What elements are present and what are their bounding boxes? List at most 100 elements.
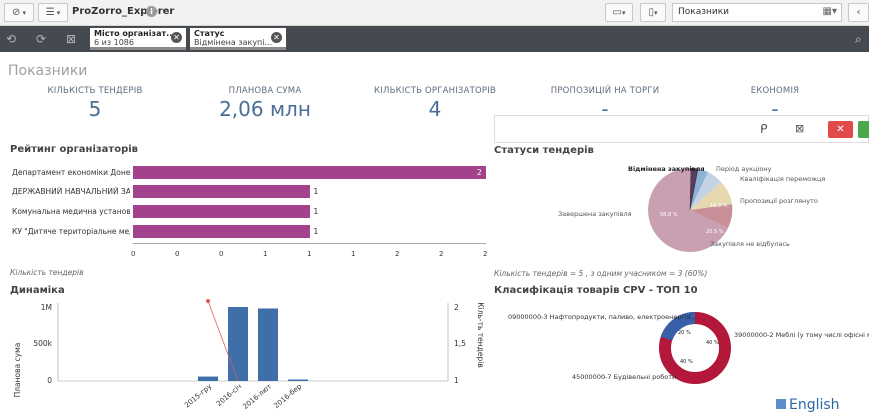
close-icon[interactable]: ✕: [171, 32, 182, 43]
selection-value: Відмінена закупі...: [194, 38, 273, 47]
kpi-organizers-count[interactable]: КІЛЬКІСТЬ ОРГАНІЗАТОРІВ 4: [355, 86, 515, 121]
step-back-icon[interactable]: ⟲: [6, 32, 20, 46]
dynamics-bar[interactable]: [228, 307, 248, 381]
legend-cancelled: Відмінена закупівля: [628, 165, 705, 173]
global-menu-button[interactable]: ☰ ▾: [38, 3, 68, 22]
kpi-planned-sum[interactable]: ПЛАНОВА СУМА 2,06 млн: [185, 86, 345, 121]
cpv-label-furniture: 39000000-2 Меблі (у тому числі офісні ме…: [734, 331, 869, 339]
pct-furniture: 40 %: [706, 340, 719, 346]
sheet-selector[interactable]: Показники ▦▾: [672, 3, 842, 22]
sheets-grid-icon[interactable]: ▦▾: [823, 6, 837, 17]
bar-label: ДЕРЖАВНИЙ НАВЧАЛЬНИЙ ЗАК...: [12, 187, 130, 196]
ranking-bar[interactable]: [133, 225, 310, 238]
statuses-footnote: Кількість тендерів = 5 , з одним учасник…: [494, 269, 708, 278]
chevron-down-icon: ▾: [56, 8, 61, 17]
kpi-value: 5: [88, 97, 102, 121]
kpi-value: 4: [428, 97, 442, 121]
ranking-title: Рейтинг організаторів: [10, 144, 139, 155]
x-category-label: 2016-січ: [215, 382, 243, 408]
selection-value: 6 из 1086: [94, 38, 134, 47]
y-right-axis-label: Кіль-ть тендерів: [476, 302, 485, 367]
x-tick-label: 2: [439, 250, 444, 258]
bar-value: 1: [313, 207, 319, 216]
dynamics-bar[interactable]: [258, 308, 278, 381]
x-tick-label: 0: [131, 250, 136, 258]
selection-field: Місто організат...: [94, 29, 176, 38]
kpi-label: КІЛЬКІСТЬ ОРГАНІЗАТОРІВ: [374, 86, 496, 96]
lasso-icon[interactable]: ᑭ: [760, 122, 768, 136]
bookmark-button[interactable]: ▯ ▾: [640, 3, 666, 22]
x-tick-label: 2: [395, 250, 400, 258]
bar-label: Департамент економіки Донецьк...: [12, 168, 130, 177]
present-button[interactable]: ▭ ▾: [605, 3, 633, 22]
screen-icon: ▭: [612, 7, 622, 18]
pct-building: 40 %: [680, 359, 693, 365]
x-category-label: 2016-бер: [273, 382, 304, 410]
bar-label: КУ "Дитяче територіальне медичн...: [12, 227, 130, 236]
info-icon[interactable]: i: [146, 6, 157, 17]
ranking-bar[interactable]: [133, 185, 310, 198]
x-axis: [133, 243, 486, 244]
chevron-left-icon: ‹: [856, 7, 861, 18]
cpv-label-building: 45000000-7 Будівельні роботи: [572, 373, 677, 381]
cpv-title: Класифікація товарів CPV - ТОП 10: [494, 285, 698, 296]
kpi-tenders-count[interactable]: КІЛЬКІСТЬ ТЕНДЕРІВ 5: [15, 86, 175, 121]
search-icon[interactable]: ⌕: [855, 32, 869, 46]
y-left-axis-label: Планова сума: [13, 343, 22, 398]
close-icon[interactable]: ✕: [271, 32, 282, 43]
bar-label: Комунальна медична установа "Мі...: [12, 207, 130, 216]
clear-selection-icon[interactable]: ⊠: [795, 122, 804, 135]
y-right-tick: 1: [454, 376, 459, 385]
pct-proposals: 16.3 %: [710, 203, 728, 209]
statuses-title: Статуси тендерів: [494, 145, 594, 156]
language-switch-link[interactable]: English: [776, 397, 840, 413]
x-tick-label: 0: [219, 250, 224, 258]
ranking-bar[interactable]: [133, 166, 486, 179]
ranking-bar[interactable]: [133, 205, 310, 218]
legend-proposals: Пропозиції розглянуто: [740, 197, 818, 205]
x-tick-label: 1: [307, 250, 312, 258]
pct-failed: 20.5 %: [706, 229, 724, 235]
y-left-tick: 1M: [41, 303, 52, 312]
y-left-tick: 0: [47, 376, 52, 385]
pct-completed: 58.8 %: [660, 212, 678, 218]
x-category-label: 2015-гру: [183, 382, 213, 409]
bar-value: 1: [313, 187, 319, 196]
cancel-selection-button[interactable]: ✕: [828, 121, 853, 138]
confirm-selection-button[interactable]: [858, 121, 869, 138]
app-toolbar: ⊘ ▾ ☰ ▾ ProZorro_Explorer i ▭ ▾ ▯ ▾ Показник…: [0, 0, 869, 26]
list-icon: ☰: [45, 7, 55, 18]
sheet-title: Показники: [8, 63, 88, 79]
x-tick-label: 2: [483, 250, 488, 258]
kpi-label: КІЛЬКІСТЬ ТЕНДЕРІВ: [47, 86, 143, 96]
clear-all-selections-icon[interactable]: ⊠: [66, 32, 80, 46]
x-tick-label: 1: [351, 250, 356, 258]
step-forward-icon[interactable]: ⟳: [36, 32, 50, 46]
x-tick-label: 0: [175, 250, 180, 258]
legend-period: Період аукціону: [716, 165, 772, 173]
dynamics-bar[interactable]: [288, 379, 308, 381]
sheet-name: Показники: [678, 7, 730, 17]
kpi-label: ПЛАНОВА СУМА: [228, 86, 302, 96]
ranking-footnote: Кількість тендерів: [10, 268, 84, 277]
dynamics-bar[interactable]: [198, 376, 218, 381]
previous-sheet-button[interactable]: ‹: [848, 3, 869, 22]
kpi-label: ПРОПОЗИЦІЙ НА ТОРГИ: [550, 86, 660, 96]
compass-icon: ⊘: [12, 7, 21, 18]
chevron-down-icon: ▾: [22, 8, 26, 17]
app-title: ProZorro_Explorer: [72, 6, 175, 17]
tenders-count-point[interactable]: [206, 299, 210, 303]
legend-completed: Завершена закупівля: [558, 210, 632, 218]
chevron-down-icon: ▾: [621, 8, 626, 17]
navigation-menu-button[interactable]: ⊘ ▾: [4, 3, 34, 22]
pct-fuel: 20 %: [678, 330, 691, 336]
y-left-tick: 500k: [33, 339, 52, 348]
bar-value: 1: [313, 227, 319, 236]
dynamics-chart[interactable]: Планова сума Кіль-ть тендерів 1M 500k 0 …: [0, 295, 490, 415]
selection-chip-status[interactable]: Статус Відмінена закупі... ✕: [190, 28, 286, 50]
cpv-label-fuel: 09000000-3 Нафтопродукти, паливо, електр…: [508, 313, 697, 321]
selections-bar: ⟲ ⟳ ⊠ Місто організат... 6 из 1086 ✕ Ста…: [0, 26, 869, 52]
language-label: English: [789, 397, 840, 413]
selection-chip-city[interactable]: Місто організат... 6 из 1086 ✕: [90, 28, 186, 50]
selection-field: Статус: [194, 29, 225, 38]
